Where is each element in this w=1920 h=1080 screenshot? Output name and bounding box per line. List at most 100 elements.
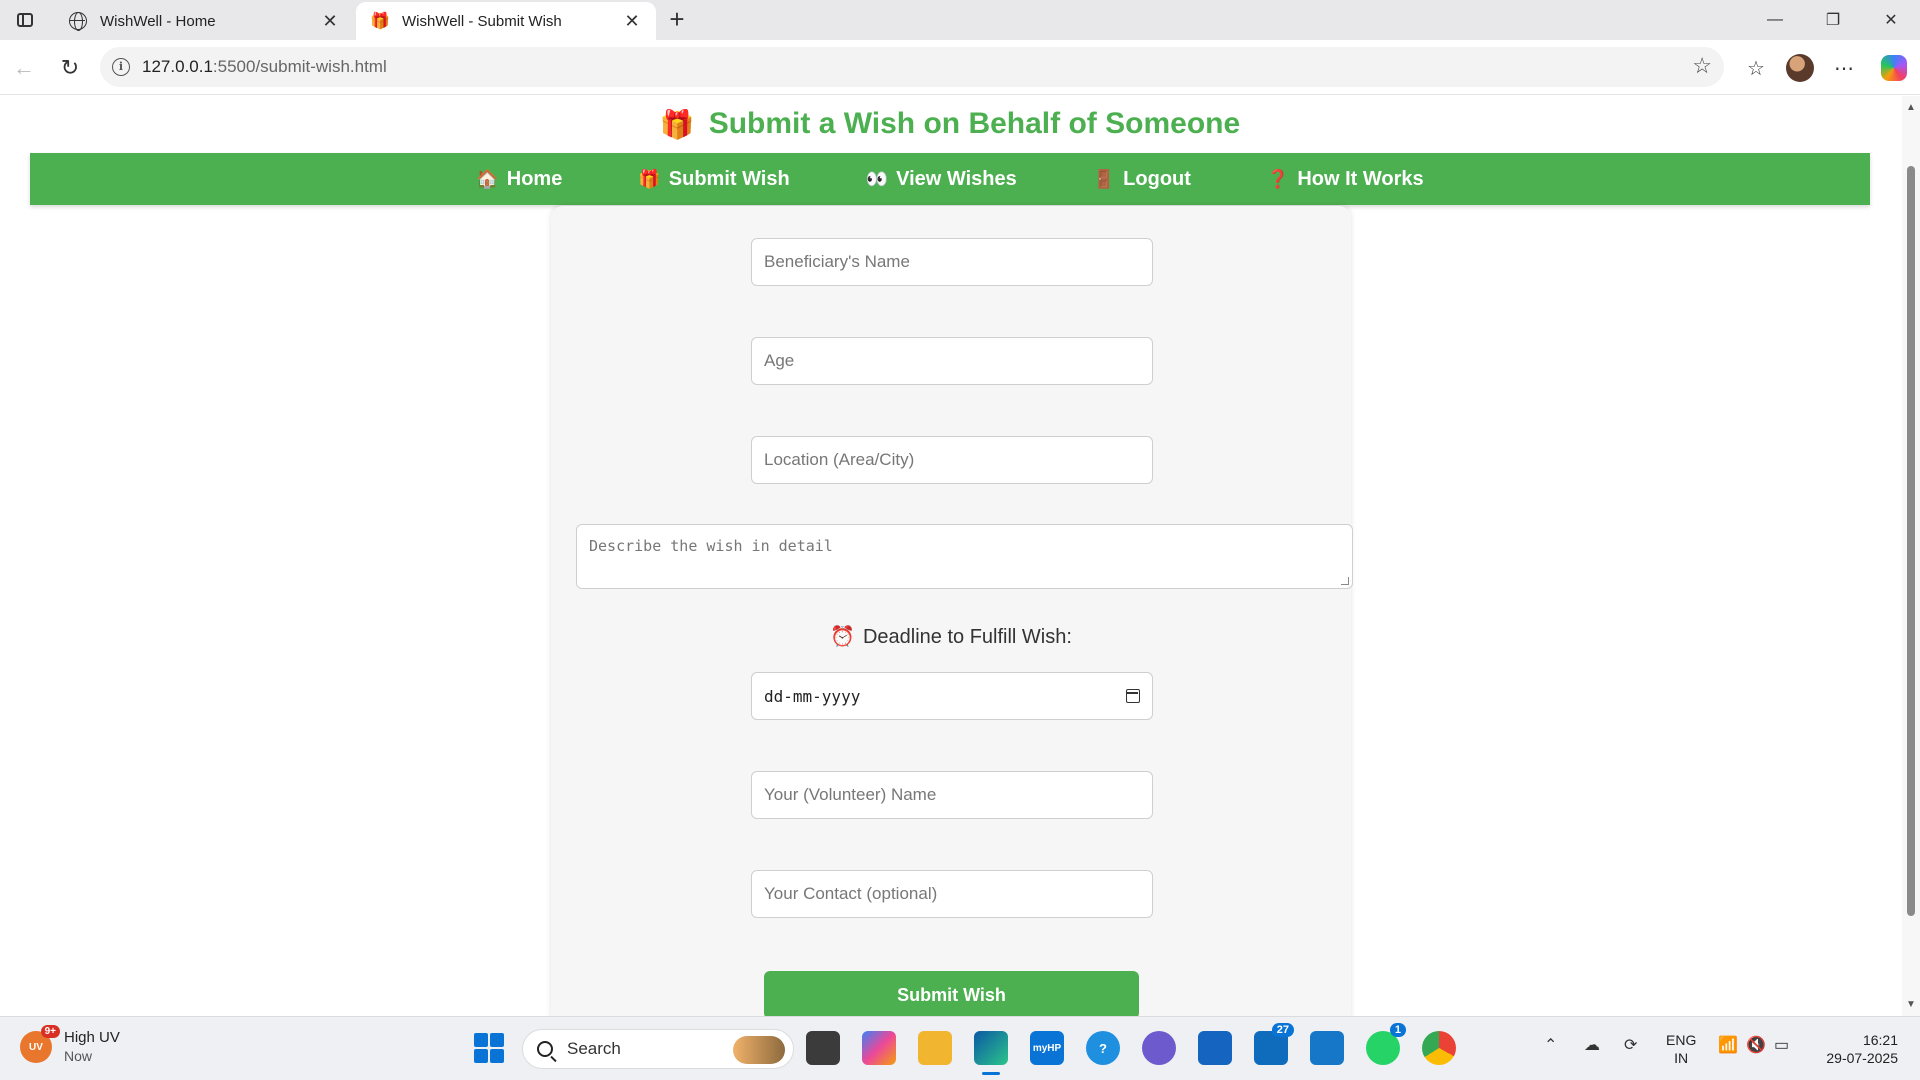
- submit-wish-button[interactable]: Submit Wish: [764, 971, 1139, 1016]
- favorite-star-icon[interactable]: ☆: [1692, 53, 1712, 79]
- wish-form: Beneficiary's Name Age Location (Area/Ci…: [551, 206, 1353, 1016]
- clock-date: 29-07-2025: [1826, 1050, 1898, 1066]
- nav-how-it-works[interactable]: ❓ How It Works: [1267, 168, 1424, 191]
- scroll-thumb[interactable]: [1907, 166, 1915, 916]
- browser-tab-strip: WishWell - Home ✕ 🎁 WishWell - Submit Wi…: [0, 0, 1920, 40]
- weather-widget[interactable]: UV 9+ High UV Now: [20, 1025, 120, 1065]
- taskbar-search[interactable]: Search: [522, 1029, 794, 1069]
- outlook-icon[interactable]: 27: [1254, 1023, 1294, 1065]
- globe-icon: [68, 11, 88, 31]
- store-icon[interactable]: [1198, 1031, 1232, 1065]
- search-label: Search: [567, 1039, 621, 1058]
- more-options-icon[interactable]: ⋯: [1828, 52, 1860, 84]
- file-explorer-icon[interactable]: [918, 1031, 952, 1065]
- tab-wishwell-submit[interactable]: 🎁 WishWell - Submit Wish ✕: [356, 2, 656, 40]
- reload-icon[interactable]: ↻: [54, 52, 86, 84]
- chrome-icon[interactable]: [1422, 1031, 1456, 1065]
- start-button[interactable]: [474, 1033, 504, 1063]
- search-highlight-image: [733, 1036, 785, 1064]
- battery-icon[interactable]: ▭: [1774, 1035, 1789, 1055]
- page-scrollbar[interactable]: ▲ ▼: [1902, 96, 1920, 1016]
- whatsapp-count-badge: 1: [1389, 1023, 1406, 1037]
- eyes-icon: 👀: [865, 168, 889, 189]
- show-hidden-icons[interactable]: ⌃: [1544, 1035, 1557, 1055]
- nav-logout[interactable]: 🚪 Logout: [1093, 168, 1191, 191]
- tab-title: WishWell - Submit Wish: [402, 12, 562, 30]
- sync-icon[interactable]: ⟳: [1624, 1035, 1637, 1055]
- resize-grip-icon[interactable]: [1341, 577, 1349, 585]
- deadline-label: ⏰ Deadline to Fulfill Wish:: [551, 624, 1351, 649]
- weather-subtitle: Now: [64, 1048, 93, 1064]
- nav-home[interactable]: 🏠 Home: [476, 168, 562, 191]
- age-input[interactable]: Age: [751, 337, 1153, 385]
- question-icon: ❓: [1266, 168, 1290, 189]
- wifi-icon[interactable]: 📶: [1718, 1035, 1738, 1055]
- restore-icon[interactable]: ❐: [1804, 0, 1862, 40]
- nav-label: Submit Wish: [668, 167, 790, 190]
- onedrive-icon[interactable]: ☁: [1584, 1035, 1600, 1055]
- copilot-icon[interactable]: [1878, 52, 1910, 84]
- address-bar[interactable]: i 127.0.0.1:5500/submit-wish.html ☆: [100, 47, 1724, 87]
- get-help-icon[interactable]: ?: [1086, 1031, 1120, 1065]
- tab-actions-icon[interactable]: [12, 8, 38, 32]
- volunteer-name-input[interactable]: Your (Volunteer) Name: [751, 771, 1153, 819]
- back-icon[interactable]: ←: [8, 52, 40, 84]
- calendar-icon[interactable]: [1126, 689, 1140, 703]
- gift-icon: 🎁: [659, 108, 695, 140]
- gift-icon: 🎁: [638, 168, 661, 189]
- nav-label: View Wishes: [896, 167, 1017, 190]
- location-input[interactable]: Location (Area/City): [751, 436, 1153, 484]
- page-header: 🎁 Submit a Wish on Behalf of Someone: [0, 96, 1900, 152]
- minimize-icon[interactable]: —: [1746, 0, 1804, 40]
- edge-browser-icon[interactable]: [974, 1031, 1008, 1075]
- close-icon[interactable]: ✕: [320, 11, 340, 32]
- outlook-count-badge: 27: [1271, 1023, 1294, 1037]
- scroll-down-icon[interactable]: ▼: [1906, 999, 1916, 1010]
- app-icon[interactable]: [1142, 1031, 1176, 1065]
- page-title: Submit a Wish on Behalf of Someone: [708, 107, 1241, 140]
- browser-toolbar: ← ↻ i 127.0.0.1:5500/submit-wish.html ☆ …: [0, 40, 1920, 95]
- nav-label: Logout: [1123, 167, 1191, 190]
- nav-label: How It Works: [1297, 167, 1424, 190]
- scroll-up-icon[interactable]: ▲: [1906, 102, 1916, 113]
- beneficiary-name-input[interactable]: Beneficiary's Name: [751, 238, 1153, 286]
- gift-icon: 🎁: [370, 13, 390, 30]
- new-tab-button[interactable]: +: [663, 6, 691, 34]
- close-icon[interactable]: ✕: [622, 11, 642, 32]
- deadline-label-text: Deadline to Fulfill Wish:: [862, 626, 1072, 648]
- myhp-icon[interactable]: myHP: [1030, 1031, 1064, 1065]
- home-icon: 🏠: [476, 168, 499, 189]
- profile-avatar[interactable]: [1784, 52, 1816, 84]
- os-taskbar: UV 9+ High UV Now Search myHP ? 27 1 ⌃ ☁ ⟳…: [0, 1016, 1920, 1080]
- search-icon: [537, 1041, 553, 1057]
- notification-badge: 9+: [40, 1025, 60, 1038]
- task-view-icon[interactable]: [806, 1031, 840, 1065]
- whatsapp-icon[interactable]: 1: [1366, 1023, 1406, 1065]
- site-info-icon[interactable]: i: [112, 58, 130, 76]
- textarea-placeholder: Describe the wish in detail: [589, 537, 833, 555]
- nav-submit-wish[interactable]: 🎁 Submit Wish: [638, 168, 789, 191]
- uv-icon: UV 9+: [20, 1025, 60, 1063]
- system-clock[interactable]: 16:21 29-07-2025: [1818, 1031, 1898, 1067]
- page-viewport: 🎁 Submit a Wish on Behalf of Someone 🏠 Ho…: [0, 96, 1920, 1016]
- contact-input[interactable]: Your Contact (optional): [751, 870, 1153, 918]
- date-placeholder: dd-mm-yyyy: [764, 686, 861, 706]
- tab-title: WishWell - Home: [100, 12, 216, 30]
- door-icon: 🚪: [1092, 168, 1116, 189]
- url-text: 127.0.0.1:5500/submit-wish.html: [142, 57, 387, 76]
- nav-view-wishes[interactable]: 👀 View Wishes: [866, 168, 1017, 191]
- clock-time: 16:21: [1862, 1032, 1898, 1048]
- input-language[interactable]: ENG IN: [1666, 1031, 1696, 1067]
- volume-muted-icon[interactable]: 🔇: [1746, 1035, 1766, 1055]
- alarm-clock-icon: ⏰: [830, 626, 855, 648]
- deadline-date-input[interactable]: dd-mm-yyyy: [751, 672, 1153, 720]
- weather-title: High UV: [64, 1029, 120, 1046]
- window-close-icon[interactable]: ✕: [1862, 0, 1920, 40]
- nav-label: Home: [506, 167, 563, 190]
- copilot-app-icon[interactable]: [862, 1031, 896, 1065]
- wish-description-textarea[interactable]: Describe the wish in detail: [576, 524, 1353, 589]
- main-navbar: 🏠 Home 🎁 Submit Wish 👀 View Wishes 🚪 Logout …: [30, 153, 1870, 205]
- favorites-icon[interactable]: ☆: [1740, 52, 1772, 84]
- vscode-icon[interactable]: [1310, 1031, 1344, 1065]
- tab-wishwell-home[interactable]: WishWell - Home ✕: [54, 2, 354, 40]
